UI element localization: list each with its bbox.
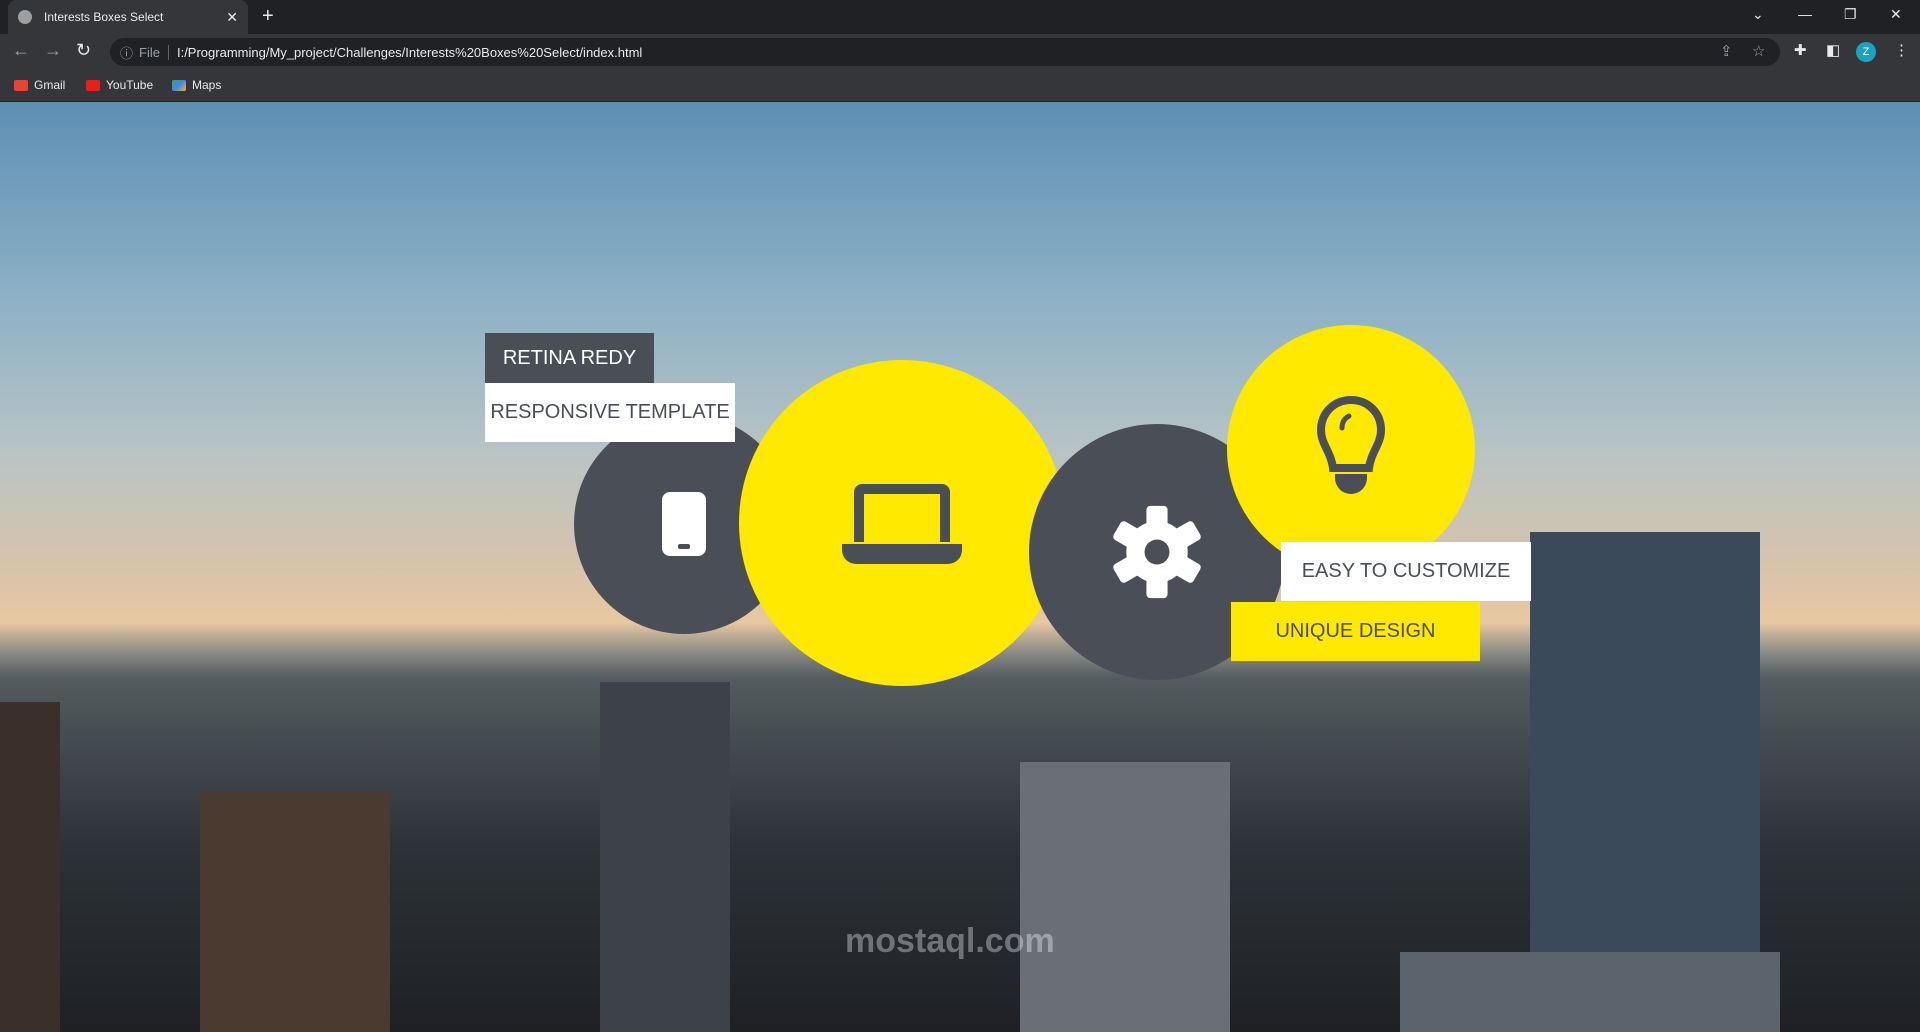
building bbox=[600, 682, 730, 1032]
bookmark-label: Gmail bbox=[34, 78, 66, 92]
url-text[interactable]: I:/Programming/My_project/Challenges/Int… bbox=[177, 45, 642, 60]
laptop-icon bbox=[842, 484, 962, 564]
globe-icon bbox=[18, 10, 32, 24]
gear-icon bbox=[1113, 505, 1201, 599]
forward-button[interactable]: → bbox=[44, 40, 62, 61]
bookmark-label: YouTube bbox=[106, 78, 154, 92]
browser-tab[interactable]: Interests Boxes Select ✕ bbox=[8, 0, 248, 34]
bookmark-label: Maps bbox=[192, 78, 222, 92]
label-easy-to-customize[interactable]: EASY TO CUSTOMIZE bbox=[1281, 542, 1531, 601]
tab-bar: Interests Boxes Select ✕ + ⌄ — ❐ ✕ bbox=[0, 0, 1920, 34]
bookmark-star-icon[interactable]: ☆ bbox=[1752, 42, 1765, 60]
new-tab-button[interactable]: + bbox=[262, 5, 274, 28]
minimize-button[interactable]: — bbox=[1798, 6, 1812, 22]
page-background: RETINA REDY RESPONSIVE TEMPLATE EASY TO … bbox=[0, 102, 1920, 1032]
bookmark-youtube[interactable]: YouTube bbox=[86, 78, 153, 92]
building bbox=[1400, 952, 1780, 1032]
profile-avatar[interactable]: Z bbox=[1856, 42, 1876, 62]
tab-title: Interests Boxes Select bbox=[44, 10, 164, 24]
bookmark-gmail[interactable]: Gmail bbox=[14, 78, 65, 92]
side-panel-icon[interactable]: ◧ bbox=[1826, 41, 1840, 59]
label-retina-ready[interactable]: RETINA REDY bbox=[485, 333, 654, 383]
lightbulb-icon bbox=[1316, 395, 1386, 494]
bookmarks-bar: Gmail YouTube Maps bbox=[0, 69, 1920, 102]
tab-search-icon[interactable]: ⌄ bbox=[1752, 6, 1764, 23]
mobile-icon bbox=[662, 492, 706, 556]
menu-icon[interactable]: ⋮ bbox=[1894, 41, 1909, 59]
building bbox=[200, 792, 390, 1032]
label-unique-design[interactable]: UNIQUE DESIGN bbox=[1231, 602, 1480, 661]
address-bar[interactable]: ⓘ File I:/Programming/My_project/Challen… bbox=[110, 38, 1780, 66]
circle-idea[interactable] bbox=[1227, 325, 1475, 573]
watermark: mostaql.com bbox=[845, 922, 1055, 960]
building bbox=[0, 702, 60, 1032]
window-close-button[interactable]: ✕ bbox=[1890, 6, 1902, 23]
circle-laptop[interactable] bbox=[739, 360, 1065, 686]
toolbar: ← → ↻ ⓘ File I:/Programming/My_project/C… bbox=[0, 34, 1920, 69]
file-label: File bbox=[139, 44, 169, 60]
label-responsive-template[interactable]: RESPONSIVE TEMPLATE bbox=[485, 383, 735, 442]
gmail-icon bbox=[14, 79, 28, 91]
close-tab-icon[interactable]: ✕ bbox=[226, 9, 238, 26]
bookmark-maps[interactable]: Maps bbox=[172, 78, 221, 92]
extensions-icon[interactable]: ✚ bbox=[1794, 41, 1807, 59]
maps-icon bbox=[172, 79, 186, 91]
building bbox=[1020, 762, 1230, 1032]
restore-button[interactable]: ❐ bbox=[1844, 6, 1857, 23]
reload-button[interactable]: ↻ bbox=[76, 40, 91, 61]
back-button[interactable]: ← bbox=[12, 40, 30, 61]
info-icon[interactable]: ⓘ bbox=[120, 43, 133, 62]
youtube-icon bbox=[86, 79, 100, 91]
share-icon[interactable]: ⇪ bbox=[1720, 42, 1733, 60]
